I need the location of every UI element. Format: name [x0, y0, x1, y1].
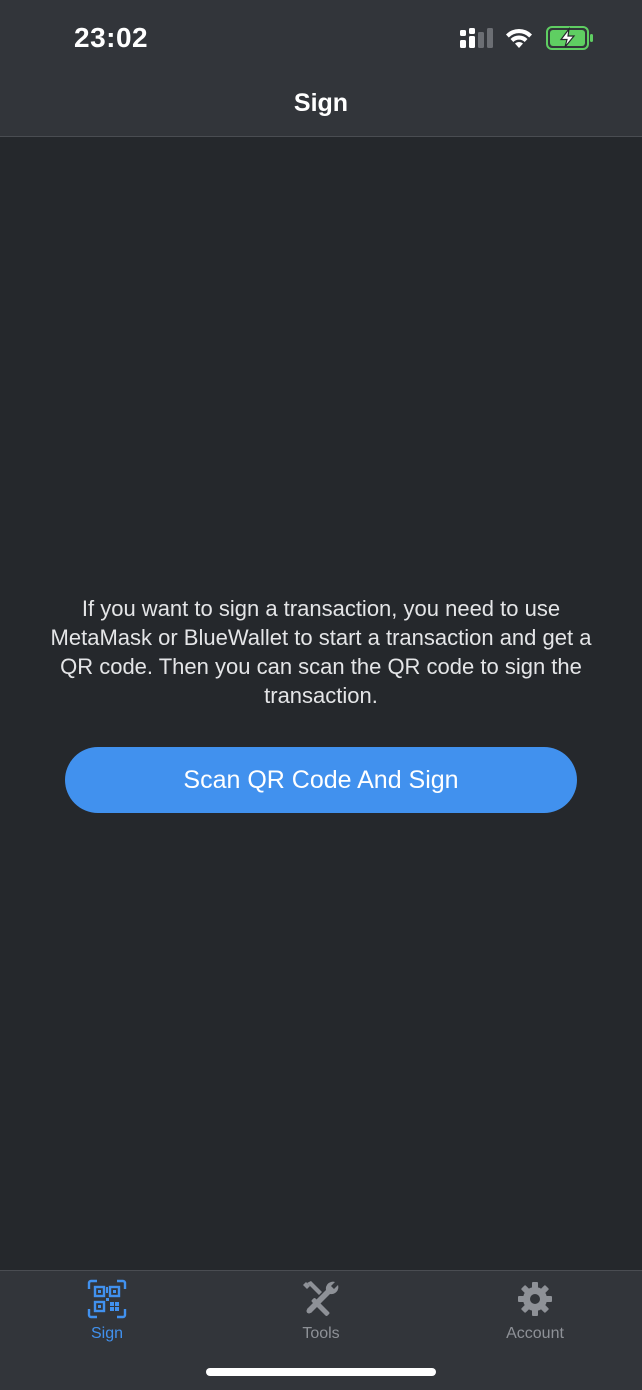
- tab-account-label: Account: [506, 1325, 564, 1342]
- battery-charging-icon: [546, 26, 593, 50]
- tab-sign-label: Sign: [90, 1325, 124, 1342]
- instruction-text: If you want to sign a transaction, you n…: [50, 596, 592, 708]
- status-bar: 23:02: [0, 0, 642, 78]
- status-time: 23:02: [74, 22, 149, 53]
- scan-qr-sign-button[interactable]: Scan QR Code And Sign: [65, 747, 577, 813]
- tab-account[interactable]: Account: [455, 1279, 615, 1349]
- tab-sign[interactable]: Sign: [27, 1279, 187, 1349]
- main-content: If you want to sign a transaction, you n…: [0, 137, 642, 1270]
- navigation-bar: Sign: [0, 78, 642, 137]
- page-title: Sign: [293, 89, 349, 117]
- home-indicator[interactable]: [206, 1368, 436, 1376]
- tab-tools[interactable]: Tools: [241, 1279, 401, 1349]
- wifi-icon: [506, 28, 532, 48]
- tools-icon: [303, 1281, 339, 1316]
- signal-icon: [460, 28, 493, 48]
- tab-tools-label: Tools: [302, 1325, 340, 1342]
- qr-code-icon: [87, 1279, 127, 1319]
- gear-icon: [518, 1282, 552, 1316]
